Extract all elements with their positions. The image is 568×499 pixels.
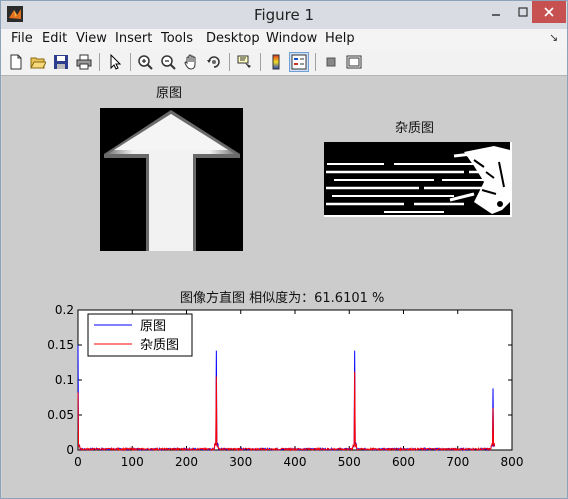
close-icon	[544, 7, 554, 17]
y-tick-label: 0.1	[55, 373, 74, 387]
x-tick-label: 500	[338, 455, 361, 469]
figure-canvas: 原图 杂质图 图像方直图 相似度为：61.6101 % 0 0.05 0.1 0…	[2, 76, 567, 498]
title-bar[interactable]: Figure 1	[1, 1, 567, 29]
zoom-in-icon[interactable]	[135, 52, 155, 72]
toolbar-separator	[130, 53, 131, 71]
toolbar-separator	[229, 53, 230, 71]
toolbar	[1, 49, 567, 76]
legend-label-original: 原图	[140, 319, 166, 334]
toolbar-separator	[260, 53, 261, 71]
legend-box[interactable]: 原图 杂质图	[87, 313, 193, 357]
toolbar-separator	[315, 53, 316, 71]
save-icon[interactable]	[51, 52, 71, 72]
x-tick-label: 600	[392, 455, 415, 469]
y-tick-label: 0.05	[47, 408, 74, 422]
legend-label-impurity: 杂质图	[140, 338, 179, 353]
menu-view[interactable]: View	[76, 30, 107, 48]
x-tick-label: 400	[284, 455, 307, 469]
menu-bar: File Edit View Insert Tools Desktop Wind…	[1, 29, 567, 49]
x-tick-label: 200	[175, 455, 198, 469]
rotate-3d-icon[interactable]	[204, 52, 224, 72]
histogram-chart: 0 0.05 0.1 0.15 0.2 0 100 200 300 400 500 600 700 80…	[47, 303, 524, 469]
print-icon[interactable]	[74, 52, 94, 72]
menu-tools[interactable]: Tools	[161, 30, 193, 48]
y-tick-label: 0.2	[55, 303, 74, 317]
dock-arrow-icon[interactable]: ↘	[549, 31, 558, 44]
menu-file[interactable]: File	[11, 30, 33, 48]
toolbar-separator	[99, 53, 100, 71]
x-tick-label: 800	[501, 455, 524, 469]
open-file-icon[interactable]	[28, 52, 48, 72]
x-tick-label: 100	[121, 455, 144, 469]
data-cursor-icon[interactable]	[235, 52, 255, 72]
hide-plot-tools-icon[interactable]	[321, 52, 341, 72]
pan-hand-icon[interactable]	[181, 52, 201, 72]
menu-desktop[interactable]: Desktop	[206, 30, 260, 48]
maximize-icon	[518, 7, 528, 17]
menu-insert[interactable]: Insert	[115, 30, 152, 48]
zoom-out-icon[interactable]	[158, 52, 178, 72]
minimize-icon	[492, 14, 500, 16]
close-button[interactable]	[532, 1, 566, 23]
menu-edit[interactable]: Edit	[42, 30, 67, 48]
x-tick-label: 700	[446, 455, 469, 469]
legend-icon[interactable]	[289, 52, 309, 72]
x-tick-label: 300	[229, 455, 252, 469]
new-figure-icon[interactable]	[6, 52, 26, 72]
figure-window: Figure 1 File Edit View Insert Tools Des…	[0, 0, 568, 499]
menu-help[interactable]: Help	[325, 30, 355, 48]
x-tick-label: 0	[74, 455, 82, 469]
colorbar-icon[interactable]	[266, 52, 286, 72]
pointer-icon[interactable]	[105, 52, 125, 72]
show-plot-tools-icon[interactable]	[344, 52, 364, 72]
y-tick-label: 0	[66, 443, 74, 457]
menu-window[interactable]: Window	[266, 30, 317, 48]
y-tick-label: 0.15	[47, 338, 74, 352]
